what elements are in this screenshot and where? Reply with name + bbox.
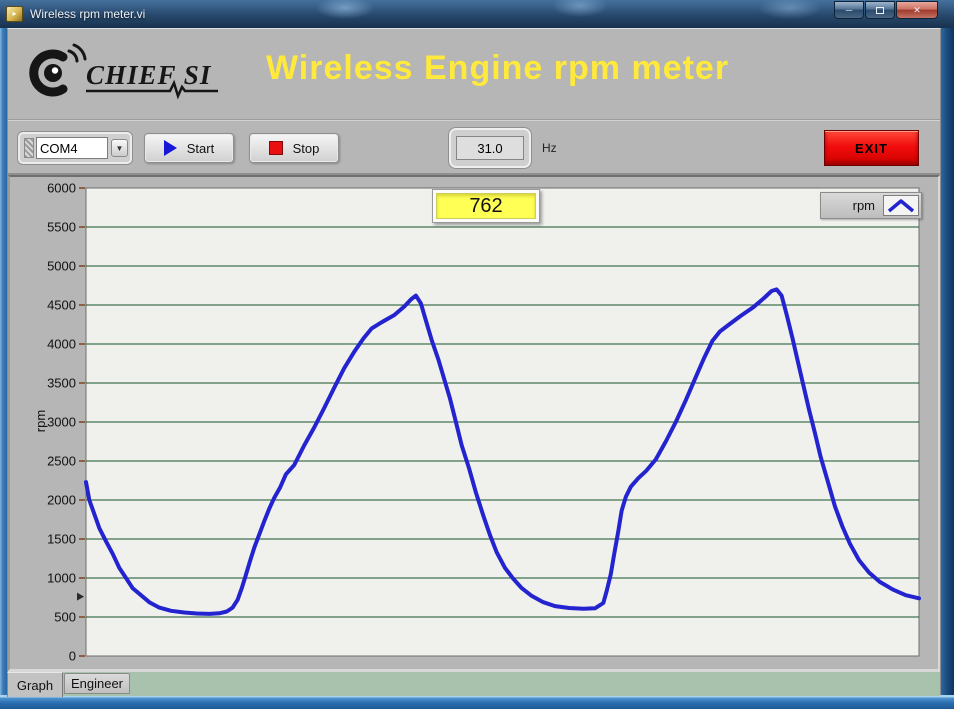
svg-text:4500: 4500 [47,298,76,313]
stop-button[interactable]: Stop [249,133,339,163]
front-panel: CHIEF SI Wireless Engine rpm meter COM4 … [7,28,941,695]
frequency-value[interactable]: 31.0 [456,136,524,160]
labview-vi-icon: ▸ [6,6,23,22]
svg-text:5000: 5000 [47,259,76,274]
line-sample-icon [887,198,915,214]
rpm-waveform-chart: 0 500 1000 1500 2000 2500 3000 3500 4000 4500 5000… [10,177,940,669]
stop-icon [269,141,283,155]
stop-button-label: Stop [293,141,320,156]
svg-text:3000: 3000 [47,415,76,430]
window-frame-left [0,28,7,709]
logo-wave-small [69,51,77,61]
minimize-button[interactable]: ─ [834,1,864,19]
window-title: Wireless rpm meter.vi [30,7,145,21]
exit-button[interactable]: EXIT [824,130,919,166]
logo-text: CHIEF SI [86,60,212,90]
rpm-value: 762 [436,193,536,219]
svg-text:500: 500 [54,610,76,625]
svg-text:5500: 5500 [47,220,76,235]
maximize-button[interactable] [865,1,895,19]
close-button[interactable]: ✕ [896,1,938,19]
logo-c-highlight [52,67,58,73]
svg-text:1500: 1500 [47,532,76,547]
frequency-indicator[interactable]: 31.0 [449,128,531,168]
svg-text:0: 0 [69,649,76,664]
titlebar: ▸ Wireless rpm meter.vi ─ ✕ [0,0,954,28]
tab-strip: Graph Engineer [8,671,940,696]
maximize-icon [876,7,884,14]
svg-text:6000: 6000 [47,181,76,196]
tab-graph[interactable]: Graph [7,672,63,697]
svg-text:3500: 3500 [47,376,76,391]
y-axis-label: rpm [32,399,48,443]
visa-resource-icon [24,138,34,158]
app-title: Wireless Engine rpm meter [266,49,729,88]
control-bar: COM4 ▼ Start Stop 31.0 Hz EXIT [8,119,940,175]
chief-si-logo: CHIEF SI [22,42,232,104]
play-icon [164,140,177,156]
frequency-unit-label: Hz [542,141,557,155]
legend-label: rpm [853,198,875,213]
logo-c-center [44,64,62,82]
svg-text:2000: 2000 [47,493,76,508]
svg-text:1000: 1000 [47,571,76,586]
start-button[interactable]: Start [144,133,234,163]
svg-text:4000: 4000 [47,337,76,352]
exit-button-label: EXIT [855,141,888,156]
app-window: ▸ Wireless rpm meter.vi ─ ✕ CHIEF SI Wir… [0,0,954,709]
window-frame-right [941,28,954,709]
start-button-label: Start [187,141,214,156]
com-port-value[interactable]: COM4 [36,137,108,159]
com-port-select[interactable]: COM4 ▼ [18,132,132,164]
plot-legend[interactable]: rpm [820,192,922,219]
waveform-chart-panel: 0 500 1000 1500 2000 2500 3000 3500 4000 4500 5000… [8,175,940,671]
window-controls: ─ ✕ [833,1,938,19]
rpm-value-display: 762 [432,189,540,223]
chevron-down-icon[interactable]: ▼ [111,139,128,157]
close-icon: ✕ [913,6,921,15]
plot-line-sample[interactable] [883,195,919,216]
minimize-icon: ─ [846,6,852,15]
header: CHIEF SI Wireless Engine rpm meter [8,29,940,119]
tab-engineer[interactable]: Engineer [64,673,130,694]
svg-text:2500: 2500 [47,454,76,469]
window-frame-bottom [0,695,954,709]
